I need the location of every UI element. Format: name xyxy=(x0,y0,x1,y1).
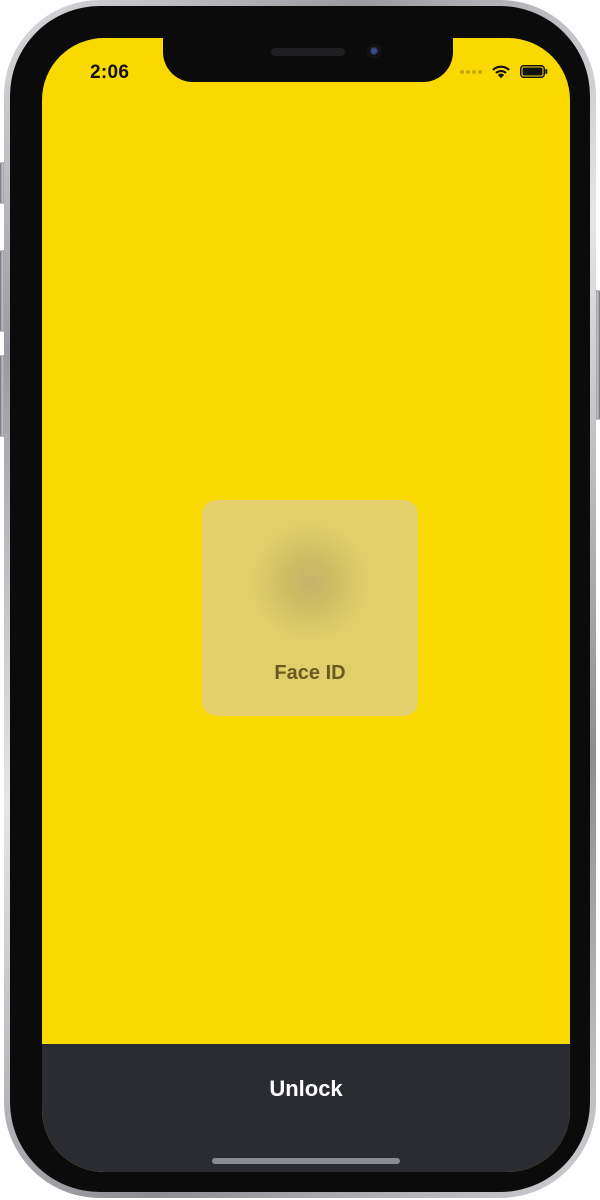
earpiece-speaker xyxy=(271,48,345,56)
signal-dots-icon xyxy=(460,69,482,74)
phone-screen: 2:06 Face ID Unlock xyxy=(42,38,570,1172)
front-camera-icon xyxy=(367,44,381,58)
status-time: 2:06 xyxy=(90,62,130,83)
battery-icon xyxy=(520,65,548,78)
home-indicator[interactable] xyxy=(212,1158,400,1164)
unlock-label: Unlock xyxy=(269,1076,343,1101)
device-mockup: 2:06 Face ID Unlock xyxy=(0,0,600,1200)
notch xyxy=(163,38,453,82)
face-id-prompt: Face ID xyxy=(202,500,418,716)
face-id-icon xyxy=(250,522,370,642)
face-id-label: Face ID xyxy=(274,662,346,684)
status-indicators xyxy=(460,64,548,79)
phone-frame: 2:06 Face ID Unlock xyxy=(4,0,596,1198)
unlock-button[interactable]: Unlock xyxy=(42,1044,570,1172)
phone-bezel: 2:06 Face ID Unlock xyxy=(10,6,590,1192)
wifi-icon xyxy=(492,65,510,79)
